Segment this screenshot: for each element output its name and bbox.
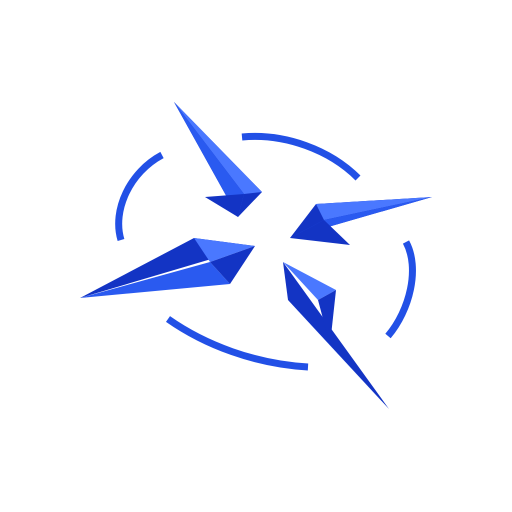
ring-arc-right xyxy=(385,240,416,339)
blade-right xyxy=(290,197,432,245)
ring-arc-left xyxy=(115,151,164,242)
ring-arc-top xyxy=(241,132,361,181)
ring-arcs xyxy=(115,132,416,371)
blade-top xyxy=(174,102,262,217)
blade-left xyxy=(80,238,255,298)
compass-star-icon xyxy=(80,102,432,409)
blade-bottom xyxy=(283,262,389,409)
logo-canvas xyxy=(0,0,512,512)
ring-arc-bottom xyxy=(165,316,309,371)
